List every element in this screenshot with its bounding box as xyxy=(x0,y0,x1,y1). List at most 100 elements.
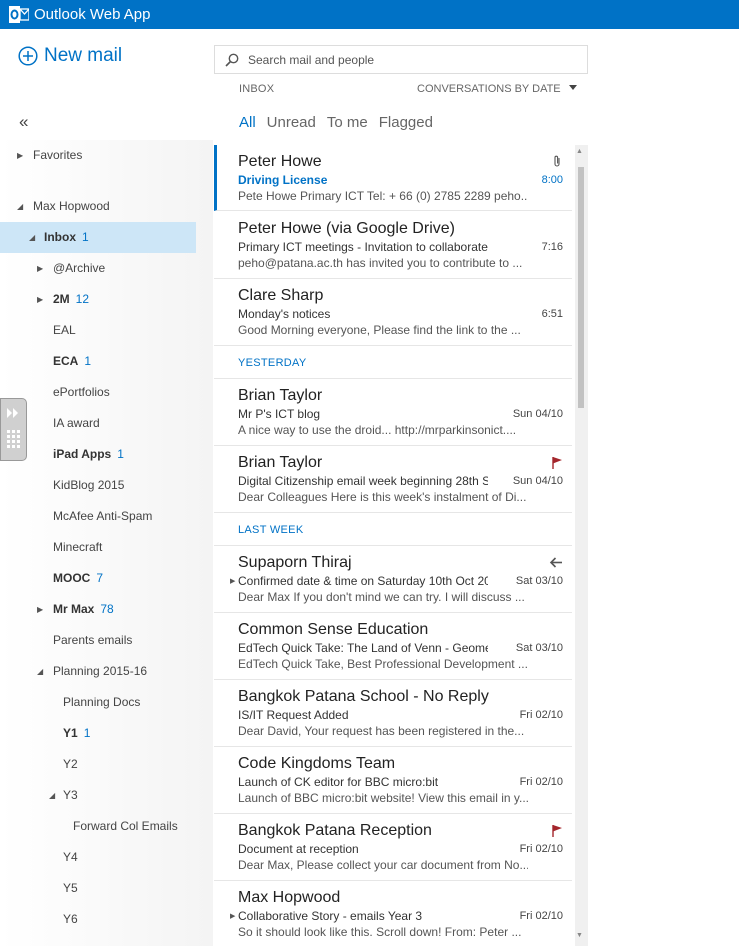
scroll-down-icon[interactable]: ▼ xyxy=(576,932,583,939)
folder-item[interactable]: Forward Col Emails xyxy=(0,811,196,842)
folder-item[interactable]: ▶ Mr Max 78 xyxy=(0,594,196,625)
collapse-arrow-icon[interactable]: ◢ xyxy=(17,191,23,222)
message-item[interactable]: Common Sense Education EdTech Quick Take:… xyxy=(214,613,572,680)
folder-item[interactable]: Parents emails xyxy=(0,625,196,656)
scrollbar-thumb[interactable] xyxy=(578,167,584,408)
flag-icon[interactable] xyxy=(551,824,563,837)
filter-tabs: All Unread To me Flagged xyxy=(239,114,444,131)
folder-item[interactable]: ECA 1 xyxy=(0,346,196,377)
folder-label: ECA 1 xyxy=(53,346,91,377)
collapse-arrow-icon[interactable]: ◢ xyxy=(29,222,35,253)
folder-name: Inbox xyxy=(44,230,76,244)
message-time: 6:51 xyxy=(541,308,563,320)
filter-tab[interactable]: All xyxy=(239,114,256,131)
folder-item[interactable]: iPad Apps 1 xyxy=(0,439,196,470)
folder-item[interactable]: Y4 xyxy=(0,842,196,873)
folder-label: EAL xyxy=(53,315,76,346)
message-list: Peter Howe Driving License Pete Howe Prima… xyxy=(214,145,572,946)
folder-label: iPad Apps 1 xyxy=(53,439,124,470)
folder-name: @Archive xyxy=(53,261,106,275)
folder-item[interactable]: Planning Docs xyxy=(0,687,196,718)
side-panel-handle[interactable] xyxy=(0,398,27,461)
message-subject: Confirmed date & time on Saturday 10th O… xyxy=(238,574,488,588)
folder-item[interactable]: Y5 xyxy=(0,873,196,904)
folder-item[interactable]: ◢ Planning 2015-16 xyxy=(0,656,196,687)
folder-label: Max Hopwood xyxy=(33,191,110,222)
message-subject: Primary ICT meetings - Invitation to col… xyxy=(238,240,488,254)
message-item[interactable]: Bangkok Patana Reception Document at rece… xyxy=(214,814,572,881)
plus-circle-icon xyxy=(18,46,38,66)
filter-tab[interactable]: Flagged xyxy=(379,114,433,131)
message-item[interactable]: Peter Howe Driving License Pete Howe Prima… xyxy=(214,145,572,211)
filter-tab[interactable]: Unread xyxy=(267,114,316,131)
folder-item[interactable]: ◢ Inbox 1 xyxy=(0,222,196,253)
folder-item[interactable]: KidBlog 2015 xyxy=(0,470,196,501)
expand-arrow-icon[interactable]: ▶ xyxy=(37,284,43,315)
message-preview: A nice way to use the droid... http://mr… xyxy=(238,423,517,437)
collapse-pane-icon[interactable]: « xyxy=(19,113,28,131)
message-preview: Dear Colleagues Here is this week's inst… xyxy=(238,490,527,504)
expand-thread-icon[interactable]: ▶ xyxy=(230,577,235,585)
search-input[interactable] xyxy=(248,51,578,69)
message-preview: Dear Max If you don't mind we can try. I… xyxy=(238,590,525,604)
folder-name: Planning Docs xyxy=(63,695,141,709)
expand-panel-icon xyxy=(7,408,20,448)
message-item[interactable]: Max Hopwood Collaborative Story - emails … xyxy=(214,881,572,946)
unread-count: 1 xyxy=(83,726,91,740)
flag-icon[interactable] xyxy=(551,456,563,469)
folder-item[interactable]: Y2 xyxy=(0,749,196,780)
message-item[interactable]: Code Kingdoms Team Launch of CK editor fo… xyxy=(214,747,572,814)
message-item[interactable]: Brian Taylor Mr P's ICT blog A nice way to… xyxy=(214,379,572,446)
filter-tab[interactable]: To me xyxy=(327,114,368,131)
message-preview: So it should look like this. Scroll down… xyxy=(238,925,522,939)
message-time: Fri 02/10 xyxy=(519,843,563,855)
message-item[interactable]: Clare Sharp Monday's notices Good Morning … xyxy=(214,279,572,346)
folder-item[interactable]: Y1 1 xyxy=(0,718,196,749)
scroll-up-icon[interactable]: ▲ xyxy=(576,148,583,155)
expand-thread-icon[interactable]: ▶ xyxy=(230,912,235,920)
folder-label: Y5 xyxy=(63,873,78,904)
folder-item[interactable]: ◢ Max Hopwood xyxy=(0,191,196,222)
folder-item[interactable]: McAfee Anti-Spam xyxy=(0,501,196,532)
folder-item[interactable]: MOOC 7 xyxy=(0,563,196,594)
folder-item[interactable]: Minecraft xyxy=(0,532,196,563)
message-sender: Supaporn Thiraj xyxy=(238,554,352,571)
expand-arrow-icon[interactable]: ▶ xyxy=(37,594,43,625)
folder-item[interactable]: EAL xyxy=(0,315,196,346)
message-item[interactable]: Supaporn Thiraj Confirmed date & time on … xyxy=(214,546,572,613)
folder-item[interactable]: ▶ 2M 12 xyxy=(0,284,196,315)
sort-dropdown[interactable]: CONVERSATIONS BY DATE xyxy=(417,83,577,95)
message-subject: Launch of CK editor for BBC micro:bit xyxy=(238,775,439,789)
folder-name: Y6 xyxy=(63,912,78,926)
new-mail-button[interactable]: New mail xyxy=(18,45,122,67)
folder-name: Y2 xyxy=(63,757,78,771)
folder-item[interactable]: ePortfolios xyxy=(0,377,196,408)
unread-count: 12 xyxy=(75,292,90,306)
outlook-logo-icon[interactable] xyxy=(9,5,29,24)
folder-tree: ▶ Favorites ◢ Max Hopwood ◢ Inbox 1 ▶ @Archive ▶ 2… xyxy=(0,140,213,946)
collapse-arrow-icon[interactable]: ◢ xyxy=(49,780,55,811)
collapse-arrow-icon[interactable]: ◢ xyxy=(37,656,43,687)
message-item[interactable]: Brian Taylor Digital Citizenship email we… xyxy=(214,446,572,513)
expand-arrow-icon[interactable]: ▶ xyxy=(17,140,23,171)
message-time: Fri 02/10 xyxy=(519,910,563,922)
message-time: Fri 02/10 xyxy=(519,776,563,788)
message-sender: Code Kingdoms Team xyxy=(238,755,396,772)
message-subject: Document at reception xyxy=(238,842,359,856)
folder-item[interactable]: ▶ Favorites xyxy=(0,140,196,171)
folder-item[interactable]: ▶ @Archive xyxy=(0,253,196,284)
folder-item[interactable]: ◢ Y3 xyxy=(0,780,196,811)
expand-arrow-icon[interactable]: ▶ xyxy=(37,253,43,284)
folder-label: 2M 12 xyxy=(53,284,89,315)
folder-name: Y1 xyxy=(63,726,78,740)
folder-item[interactable]: Y6 xyxy=(0,904,196,935)
folder-label: Minecraft xyxy=(53,532,102,563)
search-box xyxy=(214,45,588,74)
folder-item[interactable]: IA award xyxy=(0,408,196,439)
message-item[interactable]: Bangkok Patana School - No Reply IS/IT Re… xyxy=(214,680,572,747)
message-item[interactable]: Peter Howe (via Google Drive) Primary ICT… xyxy=(214,212,572,279)
message-sender: Peter Howe xyxy=(238,153,322,170)
folder-label: Y4 xyxy=(63,842,78,873)
search-icon[interactable] xyxy=(225,53,239,67)
folder-label: Mr Max 78 xyxy=(53,594,114,625)
